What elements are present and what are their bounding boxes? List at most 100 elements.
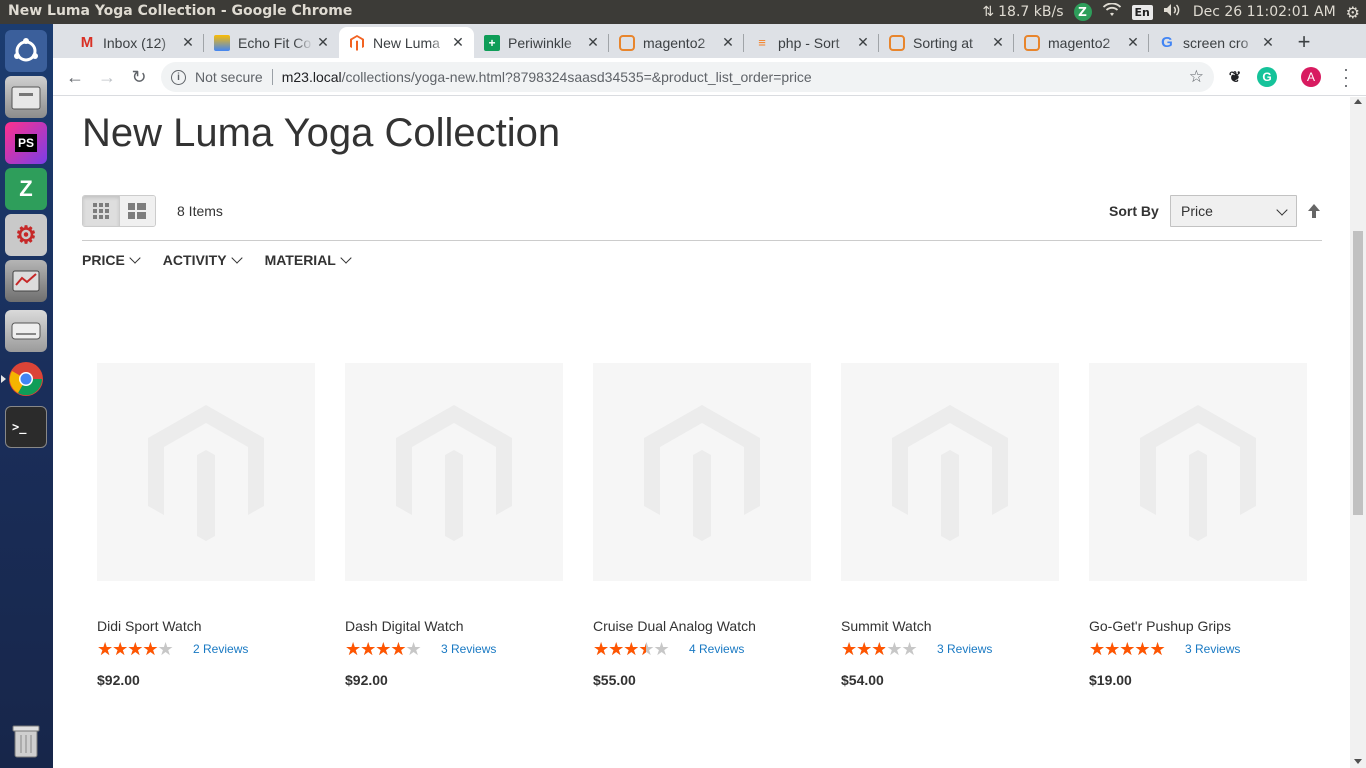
page-viewport: New Luma Yoga Collection 8 Items Sort By… bbox=[53, 97, 1350, 768]
close-icon[interactable]: ✕ bbox=[448, 34, 468, 51]
filter-activity[interactable]: ACTIVITY bbox=[163, 252, 243, 268]
product-image-placeholder[interactable] bbox=[97, 363, 315, 581]
back-button[interactable]: ← bbox=[61, 63, 89, 91]
browser-tab-strip: M Inbox (12) ✕ Echo Fit Co ✕ New Luma ✕ … bbox=[53, 24, 1366, 58]
magento-se-icon bbox=[889, 34, 905, 51]
tab-echo-fit[interactable]: Echo Fit Co ✕ bbox=[204, 27, 339, 58]
magento-logo-placeholder-icon bbox=[1140, 405, 1256, 541]
power-settings-icon[interactable]: ⚙ bbox=[1346, 3, 1360, 22]
reviews-link[interactable]: 3 Reviews bbox=[441, 642, 496, 656]
system-tray: ⇅ 18.7 kB/s Z En Dec 26 11:02:01 AM ⚙ bbox=[982, 0, 1360, 24]
url-path: /collections/yoga-new.html?8798324saasd3… bbox=[341, 69, 812, 85]
product-card[interactable]: Cruise Dual Analog Watch ★★★★★ ★★★★★ 4 R… bbox=[593, 363, 811, 688]
sort-direction-arrow-icon[interactable] bbox=[1305, 202, 1323, 220]
product-card[interactable]: Go-Get'r Pushup Grips ★★★★★ ★★★★★ 3 Revi… bbox=[1089, 363, 1307, 688]
product-price: $92.00 bbox=[345, 672, 388, 688]
product-rating: ★★★★★ ★★★★★ 4 Reviews bbox=[593, 639, 811, 659]
tab-periwinkle[interactable]: + Periwinkle ✕ bbox=[474, 27, 609, 58]
tab-screen-crop[interactable]: G screen cro ✕ bbox=[1149, 27, 1284, 58]
product-grid: Didi Sport Watch ★★★★★ ★★★★★ 2 Reviews $… bbox=[97, 363, 1307, 688]
tab-magento2-a[interactable]: magento2 ✕ bbox=[609, 27, 744, 58]
system-monitor-icon[interactable] bbox=[5, 260, 47, 302]
drive-icon[interactable] bbox=[5, 310, 47, 352]
system-settings-icon[interactable]: ⚙ bbox=[5, 214, 47, 256]
tab-sorting-at[interactable]: Sorting at ✕ bbox=[879, 27, 1014, 58]
reviews-link[interactable]: 3 Reviews bbox=[937, 642, 992, 656]
reload-button[interactable]: ↻ bbox=[125, 63, 153, 91]
echo-fit-icon bbox=[214, 34, 230, 51]
product-image-placeholder[interactable] bbox=[345, 363, 563, 581]
ubuntu-dash-icon[interactable] bbox=[5, 30, 47, 72]
magento-logo-placeholder-icon bbox=[892, 405, 1008, 541]
window-title: New Luma Yoga Collection - Google Chrome bbox=[8, 3, 353, 19]
product-image-placeholder[interactable] bbox=[1089, 363, 1307, 581]
rating-stars: ★★★★★ ★★★★★ bbox=[593, 639, 670, 659]
scrollbar-thumb[interactable] bbox=[1353, 231, 1363, 515]
product-name-link[interactable]: Cruise Dual Analog Watch bbox=[593, 618, 811, 634]
scroll-down-arrow-icon[interactable] bbox=[1354, 759, 1362, 764]
clock[interactable]: Dec 26 11:02:01 AM bbox=[1193, 4, 1336, 20]
rating-stars: ★★★★★ ★★★★★ bbox=[345, 639, 422, 659]
grammarly-icon[interactable]: G bbox=[1257, 67, 1277, 87]
info-icon[interactable]: i bbox=[171, 69, 186, 85]
product-name-link[interactable]: Didi Sport Watch bbox=[97, 618, 315, 634]
close-icon[interactable]: ✕ bbox=[988, 34, 1008, 51]
reviews-link[interactable]: 4 Reviews bbox=[689, 642, 744, 656]
product-card[interactable]: Summit Watch ★★★★★ ★★★★★ 3 Reviews $54.0… bbox=[841, 363, 1059, 688]
list-view-button[interactable] bbox=[118, 196, 155, 226]
scroll-up-arrow-icon[interactable] bbox=[1354, 99, 1362, 104]
product-card[interactable]: Dash Digital Watch ★★★★★ ★★★★★ 3 Reviews… bbox=[345, 363, 563, 688]
keyboard-layout-indicator[interactable]: En bbox=[1131, 4, 1153, 20]
trash-icon[interactable] bbox=[5, 720, 47, 762]
address-bar[interactable]: i Not secure m23.local /collections/yoga… bbox=[161, 62, 1214, 92]
product-image-placeholder[interactable] bbox=[593, 363, 811, 581]
extension-paw-icon[interactable]: ❦ bbox=[1225, 67, 1245, 87]
reviews-link[interactable]: 3 Reviews bbox=[1185, 642, 1240, 656]
grid-view-button[interactable] bbox=[83, 196, 119, 226]
zoom-icon[interactable]: Z bbox=[5, 168, 47, 210]
product-image-placeholder[interactable] bbox=[841, 363, 1059, 581]
close-icon[interactable]: ✕ bbox=[178, 34, 198, 51]
close-icon[interactable]: ✕ bbox=[1258, 34, 1278, 51]
phpstorm-icon[interactable]: PS bbox=[5, 122, 47, 164]
product-name-link[interactable]: Go-Get'r Pushup Grips bbox=[1089, 618, 1307, 634]
close-icon[interactable]: ✕ bbox=[853, 34, 873, 51]
list-icon bbox=[128, 203, 147, 219]
close-icon[interactable]: ✕ bbox=[1123, 34, 1143, 51]
product-card[interactable]: Didi Sport Watch ★★★★★ ★★★★★ 2 Reviews $… bbox=[97, 363, 315, 688]
wifi-icon[interactable] bbox=[1102, 2, 1122, 21]
profile-avatar[interactable]: A bbox=[1301, 67, 1321, 87]
tab-php-sort[interactable]: ≡ php - Sort ✕ bbox=[744, 27, 879, 58]
product-price: $19.00 bbox=[1089, 672, 1132, 688]
tab-magento2-b[interactable]: magento2 ✕ bbox=[1014, 27, 1149, 58]
files-icon[interactable] bbox=[5, 76, 47, 118]
network-speed[interactable]: ⇅ 18.7 kB/s bbox=[982, 4, 1063, 20]
close-icon[interactable]: ✕ bbox=[718, 34, 738, 51]
new-tab-button[interactable]: + bbox=[1290, 29, 1318, 57]
close-icon[interactable]: ✕ bbox=[313, 34, 333, 51]
browser-toolbar: ← → ↻ i Not secure m23.local /collection… bbox=[53, 58, 1366, 96]
google-icon: G bbox=[1161, 34, 1173, 51]
reviews-link[interactable]: 2 Reviews bbox=[193, 642, 248, 656]
browser-menu-icon[interactable]: · · · bbox=[1338, 60, 1354, 94]
grid-icon bbox=[92, 203, 109, 219]
forward-button[interactable]: → bbox=[93, 63, 121, 91]
chevron-down-icon bbox=[340, 252, 352, 264]
filter-material[interactable]: MATERIAL bbox=[265, 252, 352, 268]
product-price: $92.00 bbox=[97, 672, 140, 688]
tab-new-luma[interactable]: New Luma ✕ bbox=[339, 27, 474, 58]
terminal-icon[interactable]: >_ bbox=[5, 406, 47, 448]
close-icon[interactable]: ✕ bbox=[583, 34, 603, 51]
page-scrollbar[interactable] bbox=[1350, 97, 1366, 768]
product-name-link[interactable]: Summit Watch bbox=[841, 618, 1059, 634]
product-name-link[interactable]: Dash Digital Watch bbox=[345, 618, 563, 634]
sheets-icon: + bbox=[484, 34, 500, 51]
tab-inbox[interactable]: M Inbox (12) ✕ bbox=[69, 27, 204, 58]
sort-by-select[interactable]: Price bbox=[1170, 195, 1297, 227]
filter-price[interactable]: PRICE bbox=[82, 252, 141, 268]
volume-icon[interactable] bbox=[1163, 3, 1183, 21]
zoom-tray-icon[interactable]: Z bbox=[1073, 3, 1092, 21]
bookmark-star-icon[interactable]: ☆ bbox=[1189, 67, 1204, 87]
chrome-icon[interactable] bbox=[1, 358, 47, 400]
product-rating: ★★★★★ ★★★★★ 3 Reviews bbox=[345, 639, 563, 659]
